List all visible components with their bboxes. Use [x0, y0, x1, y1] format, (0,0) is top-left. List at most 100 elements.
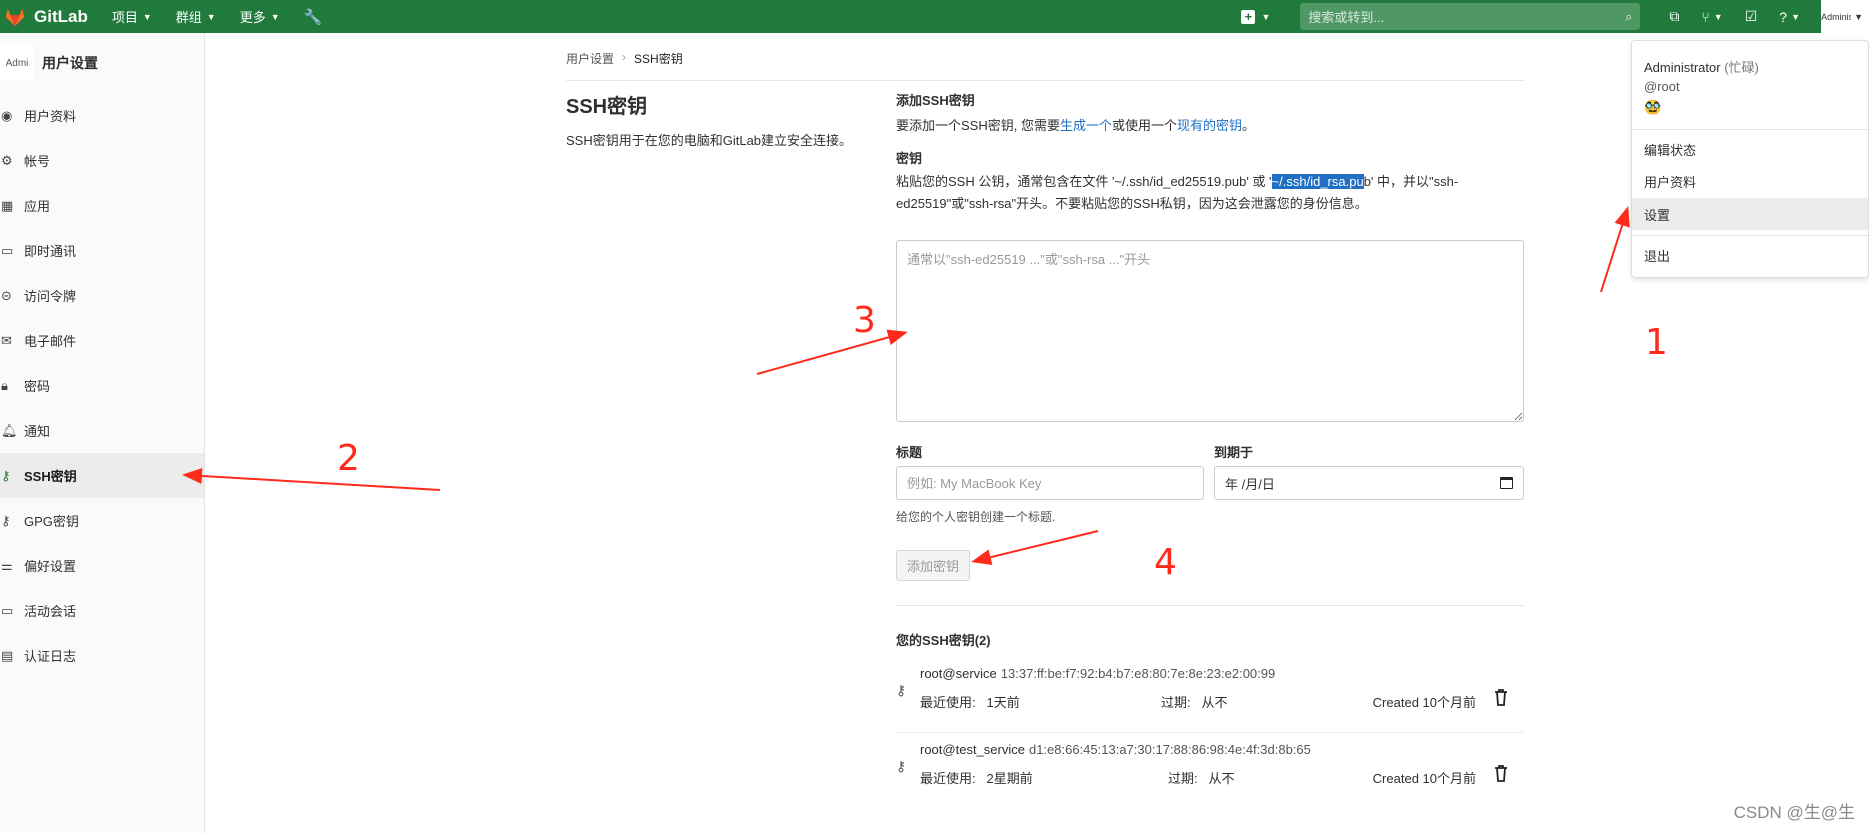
chat-icon: ▭: [1, 242, 14, 258]
key-created: Created 10个月前: [1372, 771, 1476, 786]
key-name[interactable]: root@test_service: [920, 742, 1025, 757]
user-handle: @root: [1644, 79, 1680, 94]
key-textarea[interactable]: [896, 240, 1524, 422]
annotation-number-2: 2: [337, 438, 360, 479]
dropdown-divider: [1632, 129, 1868, 130]
sidebar-item-chat[interactable]: ▭ 即时通讯: [0, 228, 204, 273]
annotation-number-3: 3: [853, 300, 876, 341]
key-fingerprint: 13:37:ff:be:f7:92:b4:b7:e8:80:7e:8e:23:e…: [1000, 666, 1276, 681]
status-emoji-icon: 🥸: [1644, 99, 1662, 115]
sidebar-item-access-tokens[interactable]: ⊝ 访问令牌: [0, 273, 204, 318]
expires-date-input[interactable]: 年 /月/日: [1214, 466, 1524, 500]
search-icon: ⌕: [1625, 8, 1633, 24]
gitlab-fox-icon: [5, 8, 25, 26]
menu-item-settings[interactable]: 设置: [1632, 198, 1868, 230]
gitlab-logo[interactable]: GitLab: [4, 6, 88, 28]
menu-item-profile[interactable]: 用户资料: [1632, 165, 1868, 197]
nav-groups-menu[interactable]: 群组 ▼: [176, 7, 216, 26]
key-created: Created 10个月前: [1372, 695, 1476, 710]
key-help-part1: 粘贴您的SSH 公钥，通常包含在文件 '~/.ssh/id_ed25519.pu…: [896, 174, 1272, 189]
intro-text-end: 。: [1242, 118, 1256, 133]
key-icon: ⚷: [896, 682, 907, 698]
admin-wrench-icon[interactable]: 🔧: [304, 8, 323, 26]
arrow-4: [971, 530, 1099, 565]
ssh-key-row[interactable]: ⚷ root@test_service d1:e8:66:45:13:a7:30:…: [896, 734, 1524, 800]
apps-icon: ▦: [1, 197, 14, 213]
sidebar-item-auth-log[interactable]: ▤ 认证日志: [0, 633, 204, 678]
search-box[interactable]: 搜索或转到... ⌕: [1300, 3, 1641, 30]
sidebar-item-gpg-keys[interactable]: ⚷ GPG密钥: [0, 498, 204, 543]
row-divider: [896, 732, 1524, 733]
key-label: 密钥: [896, 151, 923, 166]
issues-icon[interactable]: ⧉: [1669, 8, 1679, 25]
expires-label: 到期于: [1214, 445, 1254, 460]
expires-label: 过期:: [1161, 695, 1191, 710]
nav-groups-label: 群组: [175, 10, 202, 25]
avatar: Admi: [0, 45, 34, 81]
sidebar-header[interactable]: Admi 用户设置: [0, 33, 204, 93]
nav-more-menu[interactable]: 更多 ▼: [240, 7, 280, 26]
nav-projects-menu[interactable]: 项目 ▼: [112, 7, 152, 26]
lock-icon: 🔒︎: [1, 377, 8, 393]
top-navbar: GitLab 项目 ▼ 群组 ▼ 更多 ▼ 🔧 + ▼ 搜索或转到... ⌕ ⧉ ⑂ ▼…: [0, 0, 1869, 33]
key-expires: 过期: 从不: [1168, 768, 1234, 787]
last-used-label: 最近使用:: [920, 771, 976, 786]
header-divider: [566, 80, 1524, 81]
key-last-used: 最近使用: 2星期前: [920, 768, 1033, 787]
merge-requests-icon[interactable]: ⑂ ▼: [1701, 9, 1722, 25]
key-identity: root@test_service d1:e8:66:45:13:a7:30:17…: [920, 742, 1311, 757]
breadcrumb-parent[interactable]: 用户设置: [566, 50, 614, 67]
dropdown-user-name: Administrator (忙碌): [1644, 57, 1759, 76]
key-last-used: 最近使用: 1天前: [920, 692, 1020, 711]
ssh-key-form: 添加SSH密钥 要添加一个SSH密钥, 您需要生成一个或使用一个现有的密钥。 密…: [896, 90, 1524, 786]
sidebar-item-label: 即时通讯: [24, 244, 77, 259]
trash-icon[interactable]: [1494, 764, 1508, 782]
breadcrumb-current[interactable]: SSH密钥: [634, 50, 683, 67]
last-used-value: 2星期前: [986, 771, 1033, 786]
nav-more-label: 更多: [239, 10, 266, 25]
watermark: CSDN @生@生: [1733, 803, 1855, 822]
sidebar-item-label: 用户资料: [24, 109, 77, 124]
chevron-down-icon: ▼: [270, 11, 280, 22]
sidebar-item-applications[interactable]: ▦ 应用: [0, 183, 204, 228]
user-avatar-menu[interactable]: Administrator ▼: [1821, 0, 1869, 33]
help-icon[interactable]: ? ▼: [1779, 9, 1800, 25]
sidebar-item-emails[interactable]: ✉ 电子邮件: [0, 318, 204, 363]
account-icon: ⚙: [1, 152, 13, 168]
menu-item-edit-status[interactable]: 编辑状态: [1632, 133, 1868, 165]
sidebar-item-password[interactable]: 🔒︎ 密码: [0, 363, 204, 408]
user-name: Administrator: [1644, 60, 1721, 75]
arrow-1: [1600, 206, 1630, 293]
sidebar-item-notifications[interactable]: 🔔︎ 通知: [0, 408, 204, 453]
sidebar-item-preferences[interactable]: ⚌ 偏好设置: [0, 543, 204, 588]
plus-square-icon: +: [1241, 9, 1256, 24]
ssh-keys-list-title: 您的SSH密钥(2): [896, 633, 991, 648]
sidebar-item-active-sessions[interactable]: ▭ 活动会话: [0, 588, 204, 633]
chevron-down-icon: ▼: [1261, 11, 1271, 22]
key-icon: ⚷: [1, 512, 11, 528]
add-key-button[interactable]: 添加密钥: [896, 550, 971, 581]
sidebar-avatar-alt: Admi: [5, 57, 29, 69]
expires-value: 从不: [1208, 771, 1235, 786]
chevron-right-icon: ›: [622, 50, 627, 64]
app-name: GitLab: [34, 6, 88, 26]
key-title-input[interactable]: [896, 466, 1204, 500]
key-fingerprint: d1:e8:66:45:13:a7:30:17:88:86:98:4e:4f:3…: [1028, 742, 1311, 757]
sidebar-item-label: GPG密钥: [24, 514, 79, 529]
sidebar-item-label: 偏好设置: [24, 559, 77, 574]
key-name[interactable]: root@service: [920, 666, 997, 681]
key-help-part3: ed25519"或"ssh-rsa"开头。不要粘贴您的SSH私钥，因为这会泄露您…: [896, 196, 1368, 211]
new-dropdown-button[interactable]: + ▼: [1241, 9, 1271, 24]
title-help: 给您的个人密钥创建一个标题.: [896, 510, 1056, 524]
sidebar-item-profile[interactable]: ◉ 用户资料: [0, 93, 204, 138]
existing-key-link[interactable]: 现有的密钥: [1177, 118, 1242, 133]
sidebar-item-ssh-keys[interactable]: ⚷ SSH密钥: [0, 453, 204, 498]
key-help: 粘贴您的SSH 公钥，通常包含在文件 '~/.ssh/id_ed25519.pu…: [896, 171, 1524, 215]
menu-item-sign-out[interactable]: 退出: [1632, 239, 1868, 271]
calendar-icon[interactable]: [1500, 477, 1513, 489]
sidebar-item-account[interactable]: ⚙ 帐号: [0, 138, 204, 183]
ssh-key-row[interactable]: ⚷ root@service 13:37:ff:be:f7:92:b4:b7:e8…: [896, 658, 1524, 724]
todos-icon[interactable]: ☑: [1745, 8, 1758, 25]
generate-key-link[interactable]: 生成一个: [1060, 118, 1112, 133]
trash-icon[interactable]: [1494, 688, 1508, 706]
